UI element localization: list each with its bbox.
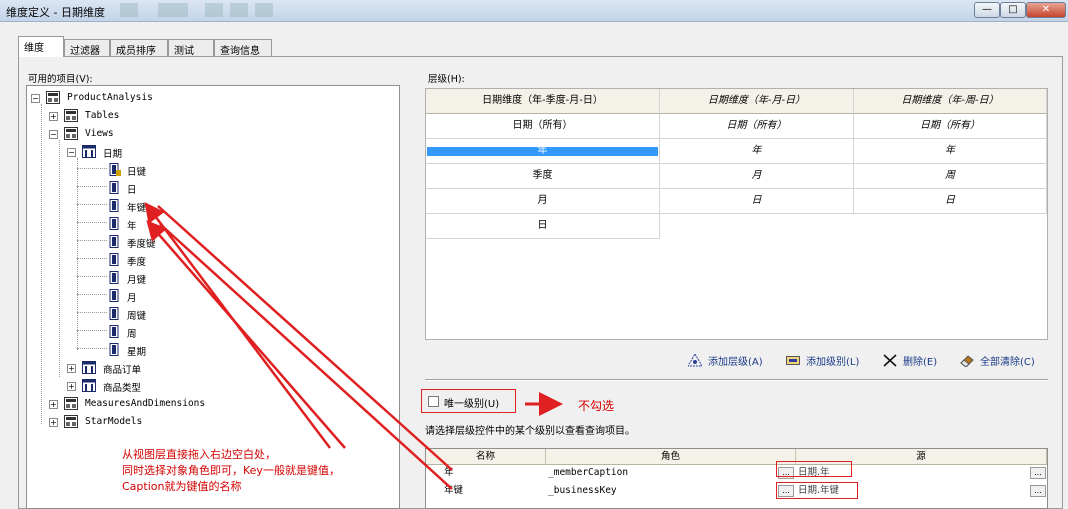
annotation-arrows [144,202,563,490]
arrow-to-year [146,220,346,449]
arrow-line [159,223,453,490]
arrow-line [157,205,453,471]
